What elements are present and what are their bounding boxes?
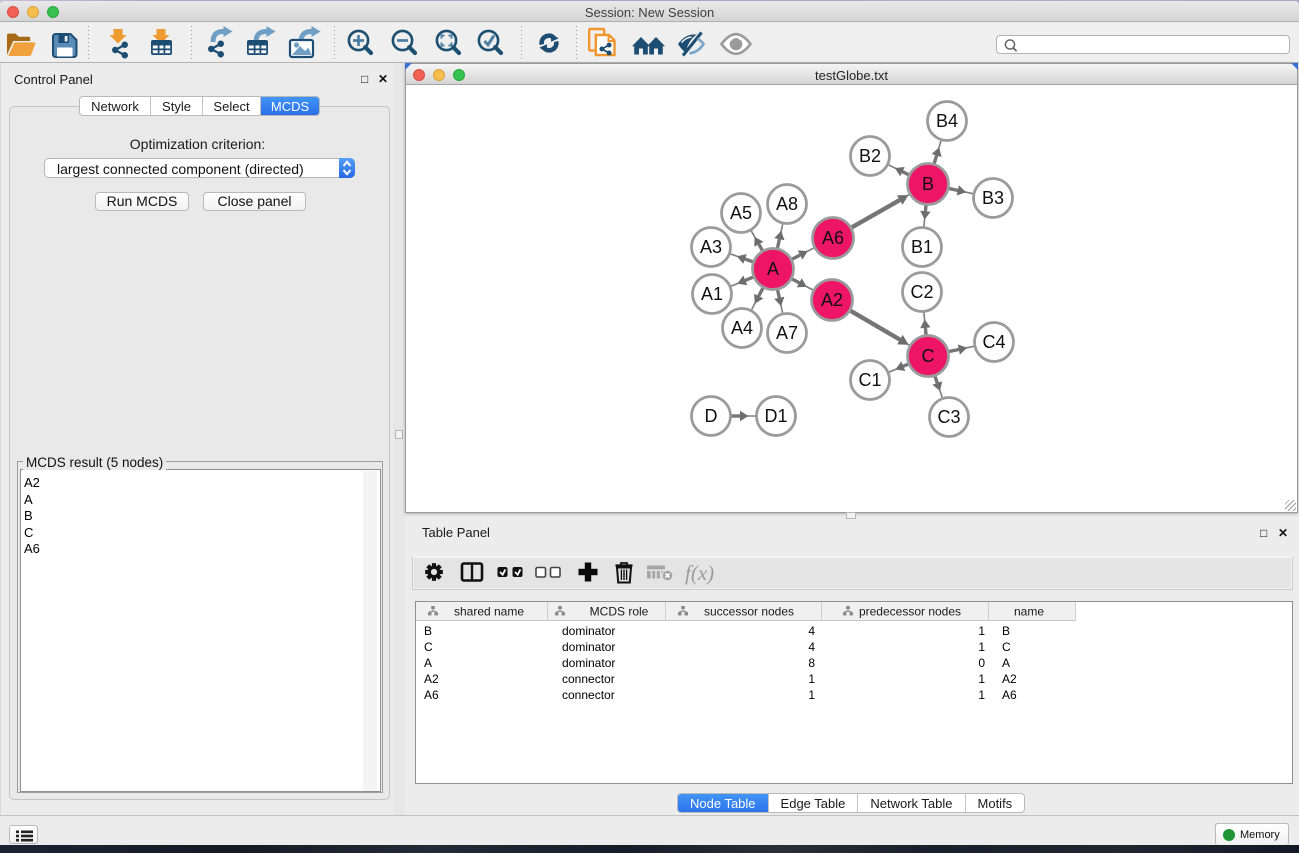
svg-text:A7: A7 (776, 323, 798, 343)
svg-text:D1: D1 (764, 406, 787, 426)
svg-text:MCDS role: MCDS role (590, 605, 649, 619)
svg-text:A4: A4 (731, 318, 753, 338)
svg-text:D: D (705, 406, 718, 426)
svg-text:predecessor nodes: predecessor nodes (859, 605, 961, 619)
svg-text:B1: B1 (911, 237, 933, 257)
svg-text:C3: C3 (937, 407, 960, 427)
svg-text:successor nodes: successor nodes (704, 605, 794, 619)
svg-text:shared name: shared name (454, 605, 524, 619)
svg-text:A8: A8 (776, 194, 798, 214)
svg-text:A5: A5 (730, 203, 752, 223)
svg-text:f(x): f(x) (685, 561, 714, 585)
svg-text:B: B (922, 174, 934, 194)
svg-text:A3: A3 (700, 237, 722, 257)
svg-text:C4: C4 (982, 332, 1005, 352)
svg-text:C1: C1 (858, 370, 881, 390)
svg-text:A: A (767, 259, 779, 279)
svg-text:B3: B3 (982, 188, 1004, 208)
svg-text:name: name (1014, 605, 1044, 619)
svg-text:A2: A2 (821, 290, 843, 310)
svg-text:C2: C2 (910, 282, 933, 302)
svg-text:A6: A6 (822, 228, 844, 248)
svg-text:C: C (922, 346, 935, 366)
svg-text:A1: A1 (701, 284, 723, 304)
svg-text:B2: B2 (859, 146, 881, 166)
svg-text:B4: B4 (936, 111, 958, 131)
